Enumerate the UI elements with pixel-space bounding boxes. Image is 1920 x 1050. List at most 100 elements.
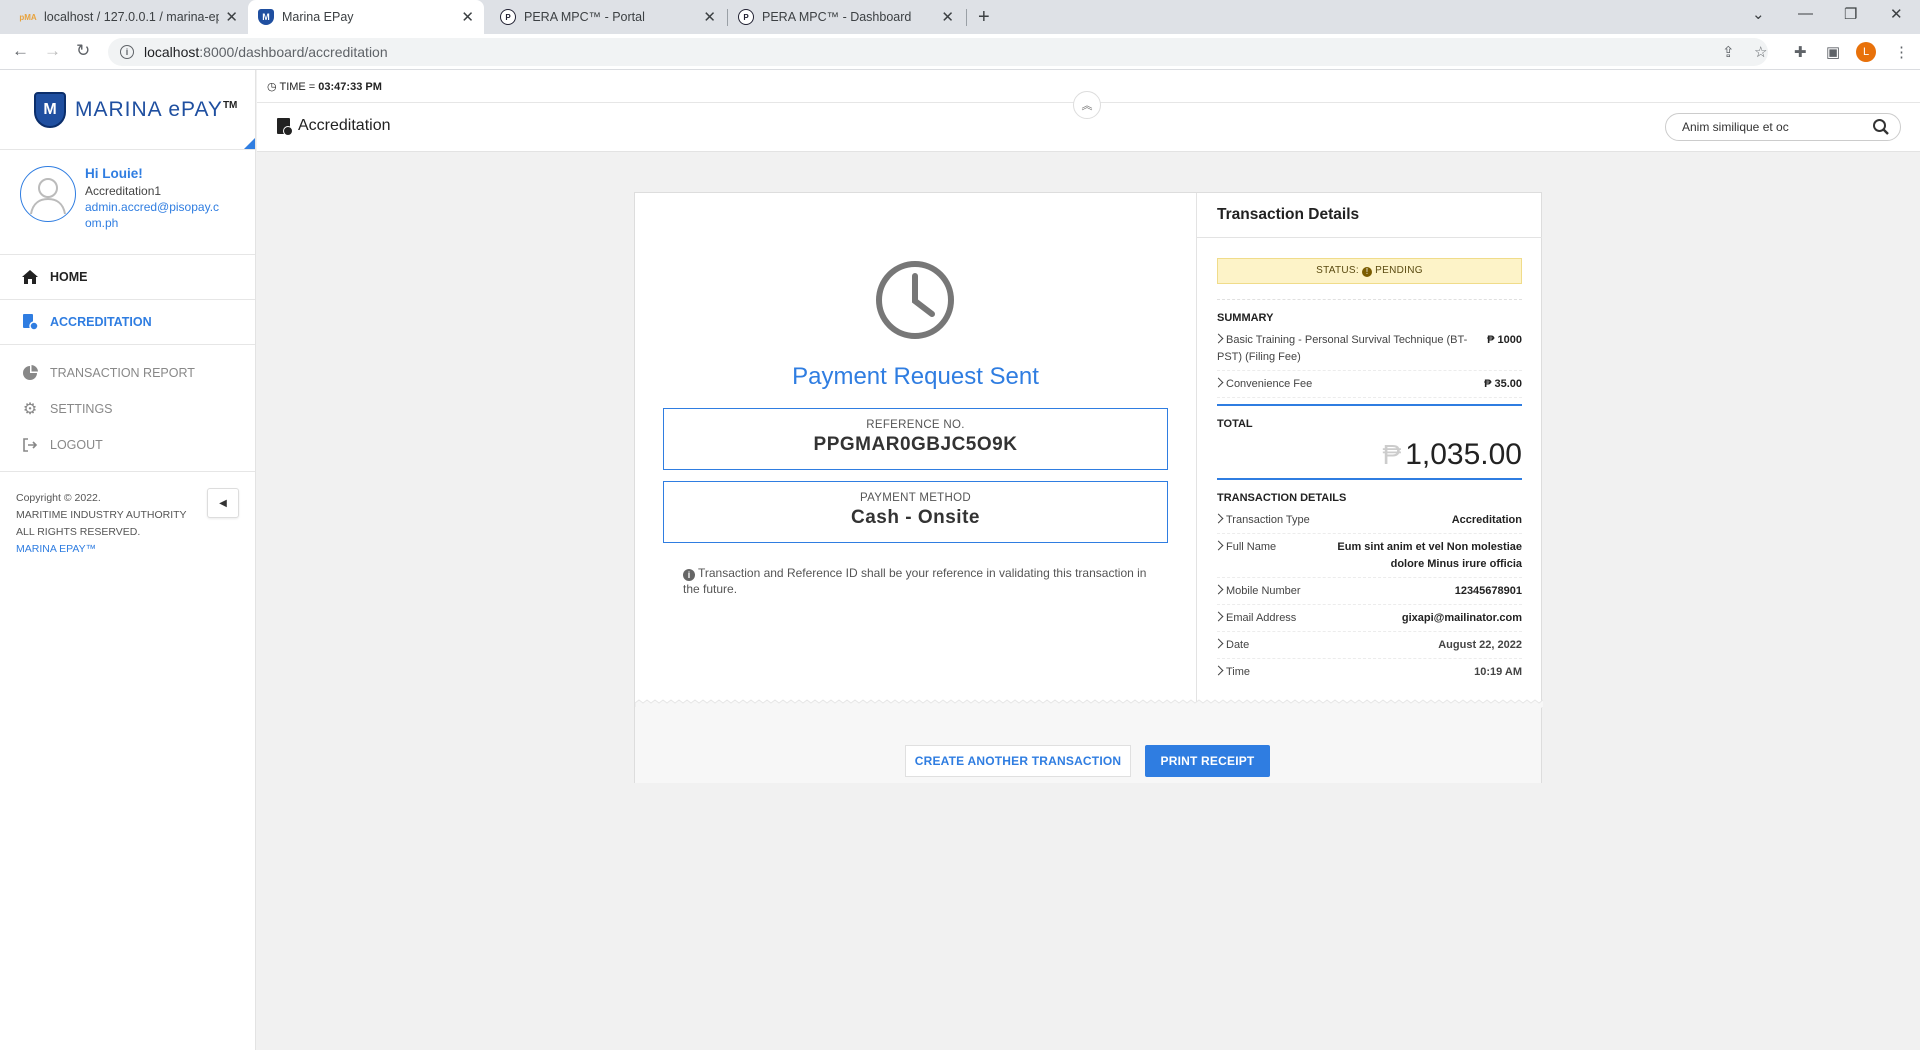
detail-row-value: Accreditation — [1451, 514, 1522, 526]
detail-row: Transaction Type Accreditation — [1213, 512, 1522, 534]
brand[interactable]: M MARINA ePAYTM — [0, 70, 255, 150]
side-panel-icon[interactable]: ▣ — [1826, 43, 1840, 61]
transaction-details-pane: Transaction Details STATUS: ! PENDING SU… — [1196, 193, 1542, 705]
browser-address-bar: ← → ↻ i localhost:8000/dashboard/accredi… — [0, 34, 1920, 70]
profile-avatar[interactable]: L — [1856, 42, 1876, 62]
summary-row-value: ₱ 1000 — [1487, 334, 1522, 346]
browser-tab-phpmyadmin[interactable]: pMA localhost / 127.0.0.1 / marina-ep ✕ — [10, 0, 248, 34]
browser-tab-pera-dashboard[interactable]: P PERA MPC™ - Dashboard ✕ — [728, 0, 964, 34]
scroll-up-button[interactable]: ︽ — [1073, 91, 1101, 119]
forward-icon[interactable]: → — [44, 41, 61, 61]
reference-box: REFERENCE NO. PPGMAR0GBJC5O9K — [663, 408, 1168, 470]
detail-row: Time 10:19 AM — [1213, 664, 1522, 685]
total-divider — [1217, 404, 1522, 406]
payment-method-label: PAYMENT METHOD — [860, 492, 971, 504]
summary-row-value: ₱ 35.00 — [1484, 378, 1522, 390]
pending-clock-icon — [874, 259, 956, 346]
top-header: ◷ TIME = 03:47:33 PM ︽ Accreditation Ani… — [257, 70, 1920, 152]
close-window-icon[interactable]: ✕ — [1890, 5, 1903, 23]
payment-request-title: Payment Request Sent — [792, 363, 1039, 390]
accreditation-icon — [20, 312, 40, 332]
status-info-icon: ! — [1362, 267, 1373, 277]
page-title: Accreditation — [277, 117, 391, 136]
search-icon[interactable] — [1872, 118, 1890, 139]
search-input[interactable]: Anim similique et oc — [1665, 113, 1901, 141]
minimize-icon[interactable]: — — [1798, 5, 1813, 22]
total-amount: ₱ 1,035.00 — [1217, 438, 1522, 472]
url-field[interactable]: i localhost:8000/dashboard/accreditation — [108, 38, 1768, 66]
extensions-icon[interactable]: ✚ — [1794, 43, 1807, 61]
brand-corner-accent — [244, 138, 255, 149]
user-email: admin.accred@pisopay.com.ph — [85, 200, 220, 230]
reload-icon[interactable]: ↻ — [76, 41, 90, 61]
nav-transaction-report[interactable]: TRANSACTION REPORT — [0, 355, 255, 391]
tab-title: Marina EPay — [282, 10, 354, 24]
detail-row-label: Mobile Number — [1226, 585, 1301, 597]
tab-separator — [966, 9, 967, 26]
nav-accreditation[interactable]: ACCREDITATION — [0, 300, 255, 345]
tab-search-icon[interactable]: ⌄ — [1752, 5, 1765, 23]
status-value: PENDING — [1375, 265, 1423, 276]
user-panel: Hi Louie! Accreditation1 admin.accred@pi… — [0, 150, 255, 255]
create-another-transaction-button[interactable]: CREATE ANOTHER TRANSACTION — [905, 745, 1131, 777]
summary-title: SUMMARY — [1217, 312, 1274, 324]
browser-tab-marina-epay[interactable]: M Marina EPay ✕ — [248, 0, 484, 34]
divider — [1217, 299, 1522, 300]
menu-kebab-icon[interactable]: ⋮ — [1894, 43, 1909, 61]
detail-row-label: Date — [1226, 639, 1250, 651]
transaction-details-title: TRANSACTION DETAILS — [1217, 492, 1347, 504]
pie-chart-icon — [20, 363, 40, 383]
browser-tab-pera-portal[interactable]: P PERA MPC™ - Portal ✕ — [490, 0, 726, 34]
reference-value: PPGMAR0GBJC5O9K — [813, 434, 1018, 455]
chevron-right-icon — [1213, 513, 1224, 524]
new-tab-icon[interactable]: + — [978, 6, 990, 29]
close-tab-icon[interactable]: ✕ — [225, 8, 238, 26]
close-tab-icon[interactable]: ✕ — [941, 8, 954, 26]
summary-row: Convenience Fee ₱ 35.00 — [1213, 376, 1522, 398]
total-divider — [1217, 478, 1522, 480]
url-path: :8000/dashboard/accreditation — [199, 44, 388, 60]
detail-row: Email Address gixapi@mailinator.com — [1213, 610, 1522, 632]
nav-logout[interactable]: LOGOUT — [0, 427, 255, 463]
share-icon[interactable]: ⇪ — [1722, 43, 1735, 61]
nav-home[interactable]: HOME — [0, 255, 255, 300]
detail-row: Date August 22, 2022 — [1213, 637, 1522, 659]
reference-note: i Transaction and Reference ID shall be y… — [683, 565, 1153, 597]
time-label: TIME = — [279, 81, 319, 93]
clock-icon: ◷ — [267, 81, 277, 93]
total-currency: ₱ — [1382, 439, 1402, 470]
close-tab-icon[interactable]: ✕ — [461, 8, 474, 26]
copyright-line: ALL RIGHTS RESERVED. — [16, 526, 141, 538]
print-receipt-button[interactable]: PRINT RECEIPT — [1145, 745, 1270, 777]
pera-icon: P — [738, 9, 754, 25]
collapse-sidebar-button[interactable]: ◀ — [207, 488, 239, 518]
user-greeting: Hi Louie! — [85, 166, 143, 181]
back-icon[interactable]: ← — [12, 41, 29, 61]
gear-icon: ⚙ — [22, 401, 38, 418]
chevron-right-icon — [1213, 377, 1224, 388]
close-tab-icon[interactable]: ✕ — [703, 8, 716, 26]
time-display: ◷ TIME = 03:47:33 PM — [267, 80, 382, 93]
tab-title: localhost / 127.0.0.1 / marina-ep — [44, 10, 220, 24]
url-host: localhost — [144, 44, 200, 60]
user-avatar-icon — [20, 166, 76, 222]
brand-name: MARINA ePAYTM — [75, 98, 237, 122]
copyright-link[interactable]: MARINA EPAY™ — [16, 541, 255, 558]
reference-note-text: Transaction and Reference ID shall be yo… — [683, 566, 1147, 596]
reference-label: REFERENCE NO. — [866, 419, 965, 431]
detail-row-label: Full Name — [1226, 541, 1277, 553]
nav-settings[interactable]: ⚙ SETTINGS — [0, 391, 255, 427]
nav-settings-label: SETTINGS — [50, 402, 113, 416]
site-info-icon[interactable]: i — [120, 45, 134, 59]
tab-title: PERA MPC™ - Dashboard — [762, 10, 912, 24]
restore-icon[interactable]: ❐ — [1844, 5, 1857, 23]
chevron-right-icon — [1213, 638, 1224, 649]
detail-row-value: 10:19 AM — [1474, 666, 1522, 678]
chevron-right-icon — [1213, 333, 1224, 344]
detail-row: Mobile Number 12345678901 — [1213, 583, 1522, 605]
nav-transaction-report-label: TRANSACTION REPORT — [50, 366, 195, 380]
chevron-right-icon — [1213, 611, 1224, 622]
bookmark-star-icon[interactable]: ☆ — [1754, 43, 1767, 61]
time-value: 03:47:33 PM — [318, 81, 382, 93]
marina-shield-icon: M — [258, 9, 274, 25]
